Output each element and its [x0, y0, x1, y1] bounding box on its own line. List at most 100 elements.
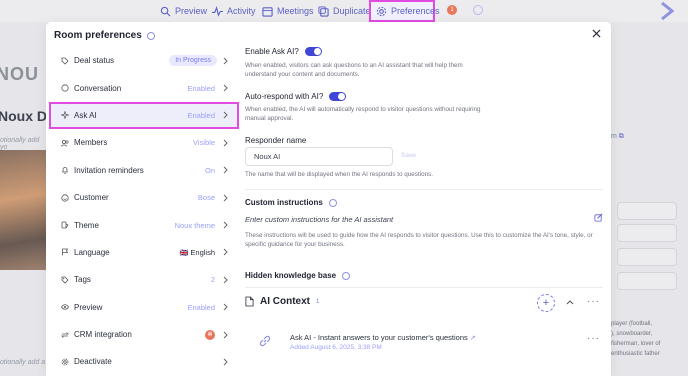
sidebar-item-tags[interactable]: Tags 2	[51, 266, 237, 293]
customer-description: player (football, ), snowboarder, fisher…	[611, 321, 661, 357]
custom-instructions-title: Custom instructions	[245, 198, 323, 207]
duplicate-tab-label: Duplicate	[333, 6, 371, 16]
sidebar-item-label: Deal status	[74, 56, 115, 66]
custom-instructions-help: These instructions will be used to guide…	[245, 232, 593, 248]
sidebar-item-value: Noux theme	[174, 220, 215, 230]
sidebar-item-conversation[interactable]: Conversation Enabled	[51, 74, 237, 101]
kb-item-title[interactable]: Ask AI - Instant answers to your custome…	[290, 333, 476, 342]
detail-field[interactable]	[617, 202, 677, 220]
room-subtitle-secondary: otionally add a	[0, 359, 46, 366]
preferences-tab-label: Preferences	[391, 6, 440, 16]
background-room-panel: NOU Noux D otionally add yo otionally ad…	[0, 22, 48, 376]
custom-instructions-placeholder[interactable]: Enter custom instructions for the AI ass…	[245, 215, 393, 224]
sidebar-item-members[interactable]: Members Visible	[51, 129, 237, 156]
sidebar-item-label: CRM integration	[74, 330, 132, 340]
smile-icon	[60, 193, 69, 202]
sidebar-item-value: Enabled	[187, 83, 215, 93]
preferences-sidebar: Deal status In Progress Conversation Ena…	[49, 47, 239, 376]
enable-ask-ai-help: When enabled, visitors can ask questions…	[245, 62, 463, 78]
chevron-right-icon	[223, 303, 228, 311]
sidebar-item-crm-integration[interactable]: CRM integration ✻	[51, 321, 237, 348]
clock-icon[interactable]	[473, 5, 483, 15]
notification-badge[interactable]: 1	[447, 5, 457, 15]
modal-title-text: Room preferences	[54, 30, 142, 41]
kb-item-date: Added August 6, 2025, 3:38 PM	[290, 344, 382, 351]
meetings-tab-label: Meetings	[277, 6, 314, 16]
info-icon[interactable]	[146, 31, 155, 40]
save-button[interactable]: Save	[401, 152, 416, 159]
auto-respond-toggle[interactable]	[329, 92, 347, 101]
document-icon	[245, 296, 254, 307]
preview-tab-label: Preview	[175, 6, 208, 16]
flag-icon	[60, 248, 69, 257]
info-icon[interactable]	[328, 198, 337, 207]
sidebar-item-preview[interactable]: Preview Enabled	[51, 294, 237, 321]
calendar-icon	[262, 6, 273, 17]
sidebar-item-value: Bose	[197, 193, 215, 203]
search-icon	[160, 6, 171, 16]
link-icon	[259, 335, 271, 347]
detail-field[interactable]	[617, 224, 677, 242]
sidebar-item-invitation-reminders[interactable]: Invitation reminders On	[51, 157, 237, 184]
responder-name-help: The name that will be displayed when the…	[245, 171, 433, 178]
room-subtitle: otionally add yo	[0, 137, 40, 151]
kb-item-more-icon[interactable]: ···	[587, 333, 600, 344]
bell-icon	[60, 166, 69, 175]
chevron-right-icon	[223, 112, 228, 119]
hidden-knowledge-base-header: Hidden knowledge base	[245, 271, 351, 280]
more-options-icon[interactable]: ···	[587, 296, 600, 307]
auto-respond-row: Auto-respond with AI?	[245, 92, 347, 101]
ai-context-title: AI Context	[260, 296, 310, 307]
chevron-right-icon[interactable]	[658, 2, 676, 20]
copy-link-label: m	[611, 133, 617, 140]
responder-name-input[interactable]: Noux AI	[245, 147, 393, 166]
sidebar-item-ask-ai[interactable]: Ask AI Enabled	[49, 101, 239, 130]
ai-context-header[interactable]: AI Context 1	[245, 296, 319, 307]
edit-icon[interactable]	[594, 213, 603, 222]
meetings-tab[interactable]: Meetings	[262, 3, 314, 19]
auto-respond-label: Auto-respond with AI?	[245, 92, 324, 101]
ai-context-count: 1	[316, 298, 320, 305]
chevron-right-icon	[223, 331, 228, 338]
chat-icon	[60, 84, 69, 93]
room-preferences-modal: Room preferences Deal status In Progress…	[46, 22, 611, 376]
chevron-up-icon[interactable]	[566, 299, 574, 305]
chevron-right-icon	[223, 84, 228, 92]
sidebar-item-label: Preview	[74, 302, 103, 312]
users-icon	[60, 138, 69, 147]
external-link-icon: ↗	[469, 335, 476, 342]
responder-name-label: Responder name	[245, 136, 307, 145]
room-title: Noux D	[0, 108, 47, 124]
eye-icon	[60, 303, 69, 312]
preferences-tab[interactable]: Preferences	[376, 3, 440, 19]
activity-tab[interactable]: Activity	[212, 3, 256, 19]
detail-field[interactable]	[617, 248, 677, 266]
duplicate-tab[interactable]: Duplicate	[318, 3, 371, 19]
sidebar-item-value: Visible	[193, 138, 215, 148]
sidebar-item-value: Enabled	[187, 110, 215, 120]
palette-icon	[60, 221, 69, 230]
enable-ask-ai-toggle[interactable]	[304, 47, 322, 56]
sidebar-item-label: Invitation reminders	[74, 165, 144, 175]
chevron-right-icon	[223, 221, 228, 229]
hubspot-icon: ✻	[205, 329, 215, 340]
copy-icon: ⧉	[618, 133, 624, 140]
sidebar-item-deal-status[interactable]: Deal status In Progress	[51, 47, 237, 74]
sidebar-item-label: Tags	[74, 275, 91, 285]
close-icon	[591, 28, 601, 38]
sidebar-item-deactivate[interactable]: Deactivate	[51, 348, 237, 375]
sidebar-item-theme[interactable]: Theme Noux theme	[51, 211, 237, 238]
close-button[interactable]	[590, 27, 602, 39]
sidebar-item-label: Members	[74, 138, 108, 148]
detail-field[interactable]	[617, 272, 677, 290]
sidebar-item-customer[interactable]: Customer Bose	[51, 184, 237, 211]
info-icon[interactable]	[342, 271, 351, 280]
uk-flag-icon: 🇬🇧	[179, 249, 189, 257]
add-context-button[interactable]: +	[537, 294, 555, 312]
copy-link[interactable]: m ⧉	[611, 133, 624, 141]
sidebar-item-language[interactable]: Language 🇬🇧 English	[51, 239, 237, 266]
chevron-right-icon	[223, 166, 228, 174]
preview-tab[interactable]: Preview	[160, 3, 207, 19]
sidebar-item-value: 2	[210, 275, 215, 285]
room-hero-image	[0, 150, 48, 270]
